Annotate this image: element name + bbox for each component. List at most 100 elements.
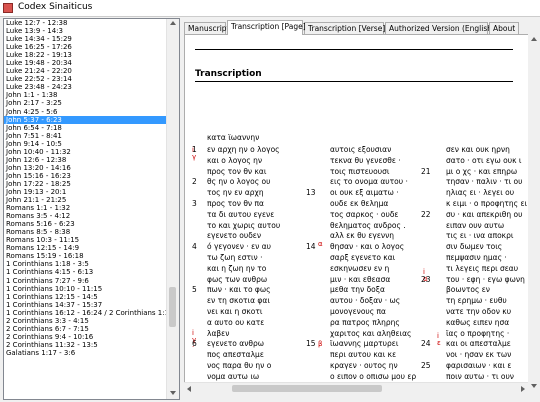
transcription-heading: Transcription	[195, 69, 262, 79]
transcription-line: νομα αυτω ιω	[207, 371, 260, 381]
list-item[interactable]: John 17:22 - 18:25	[4, 180, 168, 188]
verse-number: 1	[192, 145, 197, 154]
list-item[interactable]: Luke 23:48 - 24:23	[4, 83, 168, 91]
list-item[interactable]: John 9:14 - 10:5	[4, 140, 168, 148]
transcription-line: προς τον θν πα	[207, 198, 264, 208]
transcription-line: τω ζωη εστιν ·	[207, 252, 263, 262]
list-item[interactable]: Romans 15:19 - 16:18	[4, 252, 168, 260]
list-item[interactable]: Romans 8:5 - 8:38	[4, 228, 168, 236]
list-item[interactable]: 2 Corinthians 11:32 - 13:5	[4, 341, 168, 349]
list-item[interactable]: Romans 1:1 - 1:32	[4, 204, 168, 212]
top-rule	[195, 49, 513, 50]
scroll-left-icon[interactable]	[187, 386, 191, 392]
list-item[interactable]: Luke 13:9 - 14:3	[4, 27, 168, 35]
list-item[interactable]: John 1:1 - 1:38	[4, 91, 168, 99]
transcription-line: πεμψασιν ημας ·	[446, 252, 507, 262]
transcription-line: εν αρχη ην ο λογος	[207, 145, 280, 154]
verse-number: 5	[192, 285, 197, 295]
transcription-line: πων · και το φως	[207, 285, 271, 295]
list-item[interactable]: 1 Corinthians 7:27 - 9:6	[4, 277, 168, 285]
list-item[interactable]: Galatians 1:17 - 3:6	[4, 349, 168, 357]
list-item[interactable]: 1 Corinthians 16:12 - 16:24 / 2 Corinthi…	[4, 309, 168, 317]
list-item[interactable]: 1 Corinthians 10:10 - 11:15	[4, 285, 168, 293]
transcription-line: νει και η σκοτι	[207, 306, 263, 316]
transcription-line: α αυτο ου κατε	[207, 317, 265, 327]
title-bar: Codex Sinaiticus	[0, 0, 540, 17]
list-item[interactable]: 2 Corinthians 3:3 - 4:15	[4, 317, 168, 325]
list-item[interactable]: Luke 19:48 - 20:34	[4, 59, 168, 67]
transcription-line: ουδε εκ θελημα	[330, 198, 389, 208]
verse-number: 4	[192, 242, 197, 252]
tab-manuscript[interactable]: Manuscript	[184, 22, 229, 34]
list-item[interactable]: Romans 3:5 - 4:12	[4, 212, 168, 220]
list-item[interactable]: 2 Corinthians 6:7 - 7:15	[4, 325, 168, 333]
transcription-line: εγενετο ανθρω	[207, 339, 265, 349]
transcription-line: λαβεν	[207, 328, 230, 338]
list-item[interactable]: 1 Corinthians 1:18 - 3:5	[4, 260, 168, 268]
transcription-line: ηλιας ει · λεγει ου	[446, 188, 515, 198]
list-item[interactable]: Romans 5:16 - 6:23	[4, 220, 168, 228]
hscroll-thumb[interactable]	[232, 385, 382, 392]
list-item[interactable]: Luke 18:22 - 19:13	[4, 51, 168, 59]
scroll-up-icon[interactable]	[531, 37, 537, 41]
list-item[interactable]: Luke 22:52 - 23:14	[4, 75, 168, 83]
list-item[interactable]: 1 Corinthians 14:37 - 15:37	[4, 301, 168, 309]
horizontal-scrollbar[interactable]	[184, 382, 528, 395]
verse-number: 3	[192, 199, 197, 208]
transcription-line: μιν · και εθεασα	[330, 274, 391, 284]
transcription-line: σαρξ εγενετο και	[330, 252, 396, 262]
list-scrollbar[interactable]	[166, 19, 179, 399]
transcription-column-2: αυτοις εξουσιαν τεκνα θυ γενεσθε · τοις πι…	[330, 145, 416, 391]
list-item[interactable]: John 6:54 - 7:18	[4, 124, 168, 132]
book-page-list[interactable]: Luke 12:7 - 12:38 Luke 13:9 - 14:3 Luke 14…	[3, 18, 180, 400]
verse-number: 2	[192, 177, 197, 187]
list-item[interactable]: Luke 14:34 - 15:29	[4, 35, 168, 43]
transcription-line: νοι · ησαν εκ των	[446, 350, 512, 360]
list-item[interactable]: John 5:37 - 6:23	[4, 115, 168, 124]
transcription-line: φως των ανθρω	[207, 274, 268, 284]
list-item[interactable]: Luke 16:25 - 17:26	[4, 43, 168, 51]
list-item[interactable]: John 10:40 - 11:32	[4, 148, 168, 156]
list-item[interactable]: John 21:1 - 21:25	[4, 196, 168, 204]
list-item[interactable]: Luke 12:7 - 12:38	[4, 19, 168, 27]
tab-about[interactable]: About	[489, 22, 519, 34]
scroll-thumb[interactable]	[169, 287, 176, 327]
content-scrollbar[interactable]	[528, 34, 540, 392]
list-item[interactable]: John 15:16 - 16:23	[4, 172, 168, 180]
transcription-line: σιν δωμεν τοις	[446, 242, 503, 252]
list-item[interactable]: John 2:17 - 3:25	[4, 99, 168, 107]
tab-authorized-version[interactable]: Authorized Version (English)	[385, 22, 495, 34]
list-item[interactable]: Romans 10:3 - 11:15	[4, 236, 168, 244]
list-item[interactable]: 2 Corinthians 9:4 - 10:16	[4, 333, 168, 341]
list-item[interactable]: Romans 12:15 - 14:9	[4, 244, 168, 252]
list-item[interactable]: John 12:6 - 12:38	[4, 156, 168, 164]
list-item[interactable]: Luke 21:24 - 22:20	[4, 67, 168, 75]
scroll-up-icon[interactable]	[170, 21, 176, 25]
transcription-line: αυτου · δοξαν · ως	[330, 296, 401, 306]
scroll-down-icon[interactable]	[170, 391, 176, 395]
transcription-line: αλλ εκ θυ εγεννη	[330, 231, 395, 241]
scroll-right-icon[interactable]	[521, 386, 525, 392]
list-item[interactable]: John 7:51 - 8:41	[4, 132, 168, 140]
transcription-line: νος παρα θυ ην ο	[207, 360, 272, 370]
scroll-down-icon[interactable]	[531, 384, 537, 388]
transcription-line: βοωντος εν	[446, 285, 490, 295]
transcription-line: θς ην ο λογος ου	[207, 177, 271, 187]
tab-transcription-verse[interactable]: Transcription [Verse]	[304, 22, 385, 34]
transcription-line: το και χωρις αυτου	[207, 220, 281, 230]
transcription-line: εν τη σκοτια φαι	[207, 296, 270, 306]
transcription-line: ϊας ο προφητης ·	[446, 328, 510, 338]
app-icon	[3, 3, 13, 13]
verse-number: 14	[306, 242, 316, 252]
transcription-line: ποιν αυτω · τι ουν	[446, 371, 515, 381]
list-item[interactable]: John 4:25 - 5:6	[4, 108, 168, 116]
list-item[interactable]: 1 Corinthians 4:15 - 6:13	[4, 268, 168, 276]
list-item[interactable]: 1 Corinthians 12:15 - 14:5	[4, 293, 168, 301]
transcription-line: χαριτος και αληθειας	[330, 328, 412, 338]
tab-transcription-page[interactable]: Transcription [Page]	[227, 20, 306, 35]
verse-number: 22	[421, 209, 431, 219]
verse-number: 13	[306, 188, 316, 198]
transcription-line: ϊωαννης μαρτυρει	[330, 339, 399, 349]
list-item[interactable]: John 19:13 - 20:1	[4, 188, 168, 196]
list-item[interactable]: John 13:20 - 14:16	[4, 164, 168, 172]
